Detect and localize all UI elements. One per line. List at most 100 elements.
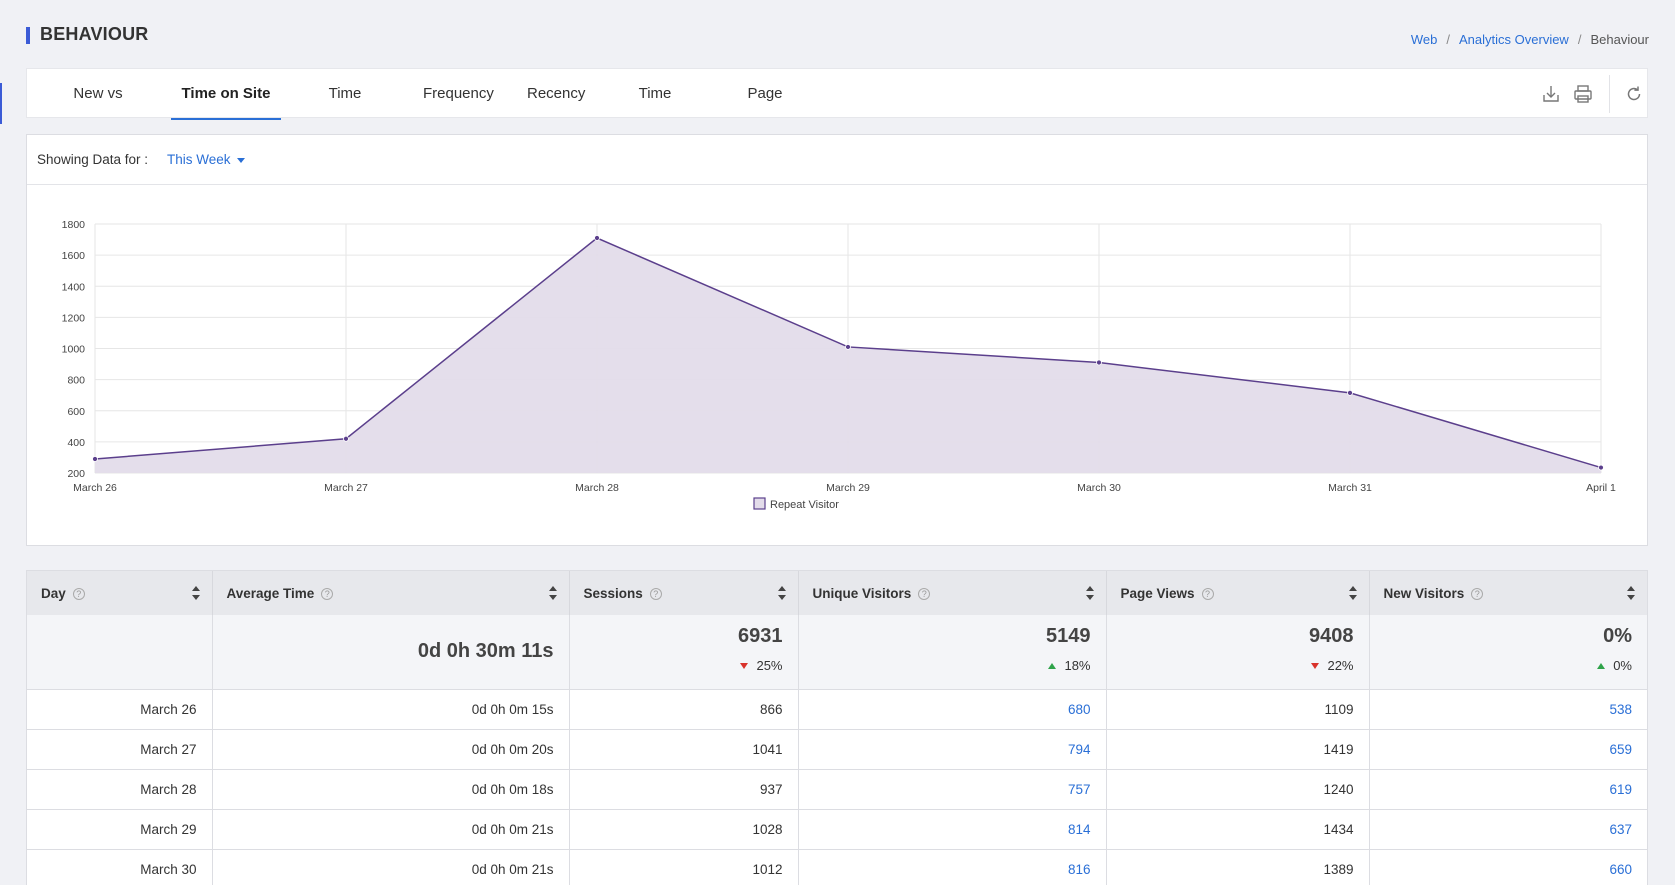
x-tick-label: April 1: [1586, 482, 1616, 494]
sort-icon[interactable]: [1627, 586, 1635, 600]
tab-time-spent[interactable]: Time Spent: [619, 69, 691, 152]
filter-row: Showing Data for : This Week: [27, 135, 1647, 185]
new-visitors-link[interactable]: 538: [1369, 689, 1647, 730]
new-visitors-link[interactable]: 659: [1369, 729, 1647, 770]
download-icon[interactable]: [1540, 83, 1562, 105]
breadcrumb-analytics-overview[interactable]: Analytics Overview: [1459, 32, 1569, 47]
table-row: March 29 0d 0h 0m 21s 1028 814 1434 637: [27, 809, 1647, 850]
column-header-unique-visitors[interactable]: Unique Visitors?: [798, 571, 1107, 615]
help-icon[interactable]: ?: [649, 587, 662, 600]
summary-row: 0d 0h 30m 11s 6931 25% 5149 18% 9408 22%…: [27, 615, 1647, 690]
page-views-cell: 1419: [1106, 729, 1370, 770]
page-views-cell: 1240: [1106, 769, 1370, 810]
sort-icon[interactable]: [1348, 586, 1357, 600]
page-views-cell: 1389: [1106, 849, 1370, 885]
date-range-dropdown[interactable]: This Week: [167, 152, 245, 167]
x-tick-label: March 31: [1328, 482, 1372, 494]
new-visitors-link[interactable]: 619: [1369, 769, 1647, 810]
breadcrumb-web[interactable]: Web: [1411, 32, 1438, 47]
help-icon[interactable]: ?: [1471, 587, 1484, 600]
refresh-icon[interactable]: [1623, 83, 1645, 105]
unique-visitors-link[interactable]: 816: [798, 849, 1107, 885]
new-visitors-link[interactable]: 660: [1369, 849, 1647, 885]
change-value: 25%: [756, 657, 783, 673]
unique-visitors-link[interactable]: 794: [798, 729, 1107, 770]
tab-page-depth[interactable]: Page Depth: [729, 69, 801, 152]
sessions-cell: 1041: [569, 729, 799, 770]
y-tick-label: 600: [67, 406, 85, 418]
y-tick-label: 1200: [62, 312, 86, 324]
day-cell: March 27: [27, 729, 213, 770]
help-icon[interactable]: ?: [1201, 587, 1214, 600]
column-label: Page Views: [1120, 585, 1195, 601]
day-cell: March 28: [27, 769, 213, 810]
help-icon[interactable]: ?: [72, 587, 85, 600]
summary-page-views-total: 9408: [1309, 624, 1354, 647]
sessions-cell: 1028: [569, 809, 799, 850]
column-label: Day: [41, 585, 66, 601]
data-point: [845, 344, 851, 350]
table-row: March 30 0d 0h 0m 21s 1012 816 1389 660: [27, 849, 1647, 885]
x-tick-label: March 30: [1077, 482, 1121, 494]
summary-average-time-value: 0d 0h 30m 11s: [417, 640, 554, 663]
new-visitors-link[interactable]: 637: [1369, 809, 1647, 850]
legend-label: Repeat Visitor: [770, 499, 839, 511]
table-row: March 28 0d 0h 0m 18s 937 757 1240 619: [27, 769, 1647, 810]
average-time-cell: 0d 0h 0m 20s: [212, 729, 570, 770]
filter-label: Showing Data for :: [37, 152, 149, 167]
x-tick-label: March 29: [826, 482, 870, 494]
time-on-site-chart: 200 400 600 800 1000 1200 1400 1600 1800 March 26…: [62, 219, 1616, 511]
toolbar-divider: [1609, 75, 1610, 113]
summary-unique-visitors-change: 18%: [814, 658, 1091, 673]
unique-visitors-link[interactable]: 680: [798, 689, 1107, 730]
column-header-day[interactable]: Day?: [27, 571, 213, 615]
tab-time-on-site[interactable]: Time on Site: [171, 69, 281, 120]
unique-visitors-link[interactable]: 814: [798, 809, 1107, 850]
tab-time-trends[interactable]: Time Trends: [305, 69, 385, 152]
help-icon[interactable]: ?: [321, 587, 334, 600]
page-views-cell: 1109: [1106, 689, 1370, 730]
sort-icon[interactable]: [1085, 586, 1094, 600]
summary-unique-visitors: 5149 18%: [798, 615, 1107, 690]
table-row: March 26 0d 0h 0m 15s 866 680 1109 538: [27, 689, 1647, 730]
title-accent-bar: [26, 27, 30, 44]
data-point: [92, 456, 98, 462]
summary-new-visitors-change: 0%: [1385, 657, 1632, 673]
column-header-page-views[interactable]: Page Views?: [1106, 571, 1370, 615]
table-header-row: Day? Average Time? Sessions? Unique Visi…: [27, 571, 1647, 615]
average-time-cell: 0d 0h 0m 18s: [212, 769, 570, 810]
unique-visitors-link[interactable]: 757: [798, 769, 1107, 810]
legend-swatch: [753, 497, 766, 510]
breadcrumb-separator: /: [1577, 32, 1582, 47]
summary-sessions: 6931 25%: [569, 615, 799, 690]
average-time-cell: 0d 0h 0m 21s: [212, 809, 570, 850]
change-value: 0%: [1613, 657, 1632, 673]
column-header-average-time[interactable]: Average Time?: [212, 571, 570, 615]
data-point: [1096, 359, 1102, 366]
day-cell: March 29: [27, 809, 213, 850]
stats-table-panel: Day? Average Time? Sessions? Unique Visi…: [26, 570, 1648, 885]
help-icon[interactable]: ?: [918, 587, 931, 600]
summary-unique-visitors-total: 5149: [1046, 624, 1091, 647]
tabs-bar: New vs Return Time on Site Time Trends F…: [26, 68, 1648, 152]
column-header-sessions[interactable]: Sessions?: [569, 571, 799, 615]
page-header: BEHAVIOUR Web / Analytics Overview / Beh…: [26, 24, 1649, 54]
tab-new-vs-return[interactable]: New vs Return: [53, 69, 143, 152]
print-icon[interactable]: [1572, 83, 1594, 105]
tab-recency[interactable]: Recency: [527, 69, 585, 119]
summary-new-visitors-total: 0%: [1603, 624, 1632, 647]
y-tick-label: 1400: [62, 281, 86, 293]
y-tick-label: 1800: [62, 219, 86, 231]
column-header-new-visitors[interactable]: New Visitors?: [1369, 571, 1647, 615]
average-time-cell: 0d 0h 0m 21s: [212, 849, 570, 885]
sort-icon[interactable]: [777, 586, 786, 600]
sort-icon[interactable]: [191, 586, 200, 600]
sessions-cell: 1012: [569, 849, 799, 885]
trend-up-icon: [1048, 662, 1057, 669]
sort-icon[interactable]: [548, 586, 557, 600]
tab-frequency[interactable]: Frequency: [423, 69, 494, 119]
breadcrumb: Web / Analytics Overview / Behaviour: [1411, 32, 1649, 47]
summary-day-cell: [27, 615, 213, 690]
stats-table: Day? Average Time? Sessions? Unique Visi…: [27, 571, 1647, 885]
y-tick-label: 1600: [62, 250, 86, 262]
